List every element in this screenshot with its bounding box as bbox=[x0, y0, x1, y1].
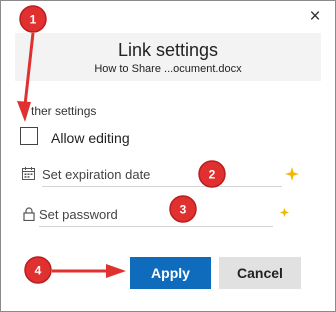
calendar-icon bbox=[22, 167, 35, 180]
file-name: How to Share ...ocument.docx bbox=[94, 63, 242, 75]
dialog-title: Link settings bbox=[117, 40, 219, 60]
expiration-date-input[interactable] bbox=[42, 163, 282, 187]
lock-icon bbox=[23, 207, 35, 221]
link-settings-dialog: × Link settings How to Share ...ocument.… bbox=[0, 0, 336, 312]
allow-editing-checkbox[interactable] bbox=[20, 127, 38, 145]
close-button[interactable]: × bbox=[307, 7, 323, 26]
password-input[interactable] bbox=[39, 203, 273, 227]
cancel-button[interactable]: Cancel bbox=[219, 257, 301, 289]
sparkle-icon bbox=[285, 167, 299, 181]
dialog-header: Link settings How to Share ...ocument.do… bbox=[15, 33, 321, 81]
allow-editing-label[interactable]: Allow editing bbox=[51, 130, 130, 146]
apply-button[interactable]: Apply bbox=[130, 257, 211, 289]
other-settings-heading: ther settings bbox=[31, 104, 97, 118]
sparkle-icon bbox=[279, 207, 290, 218]
